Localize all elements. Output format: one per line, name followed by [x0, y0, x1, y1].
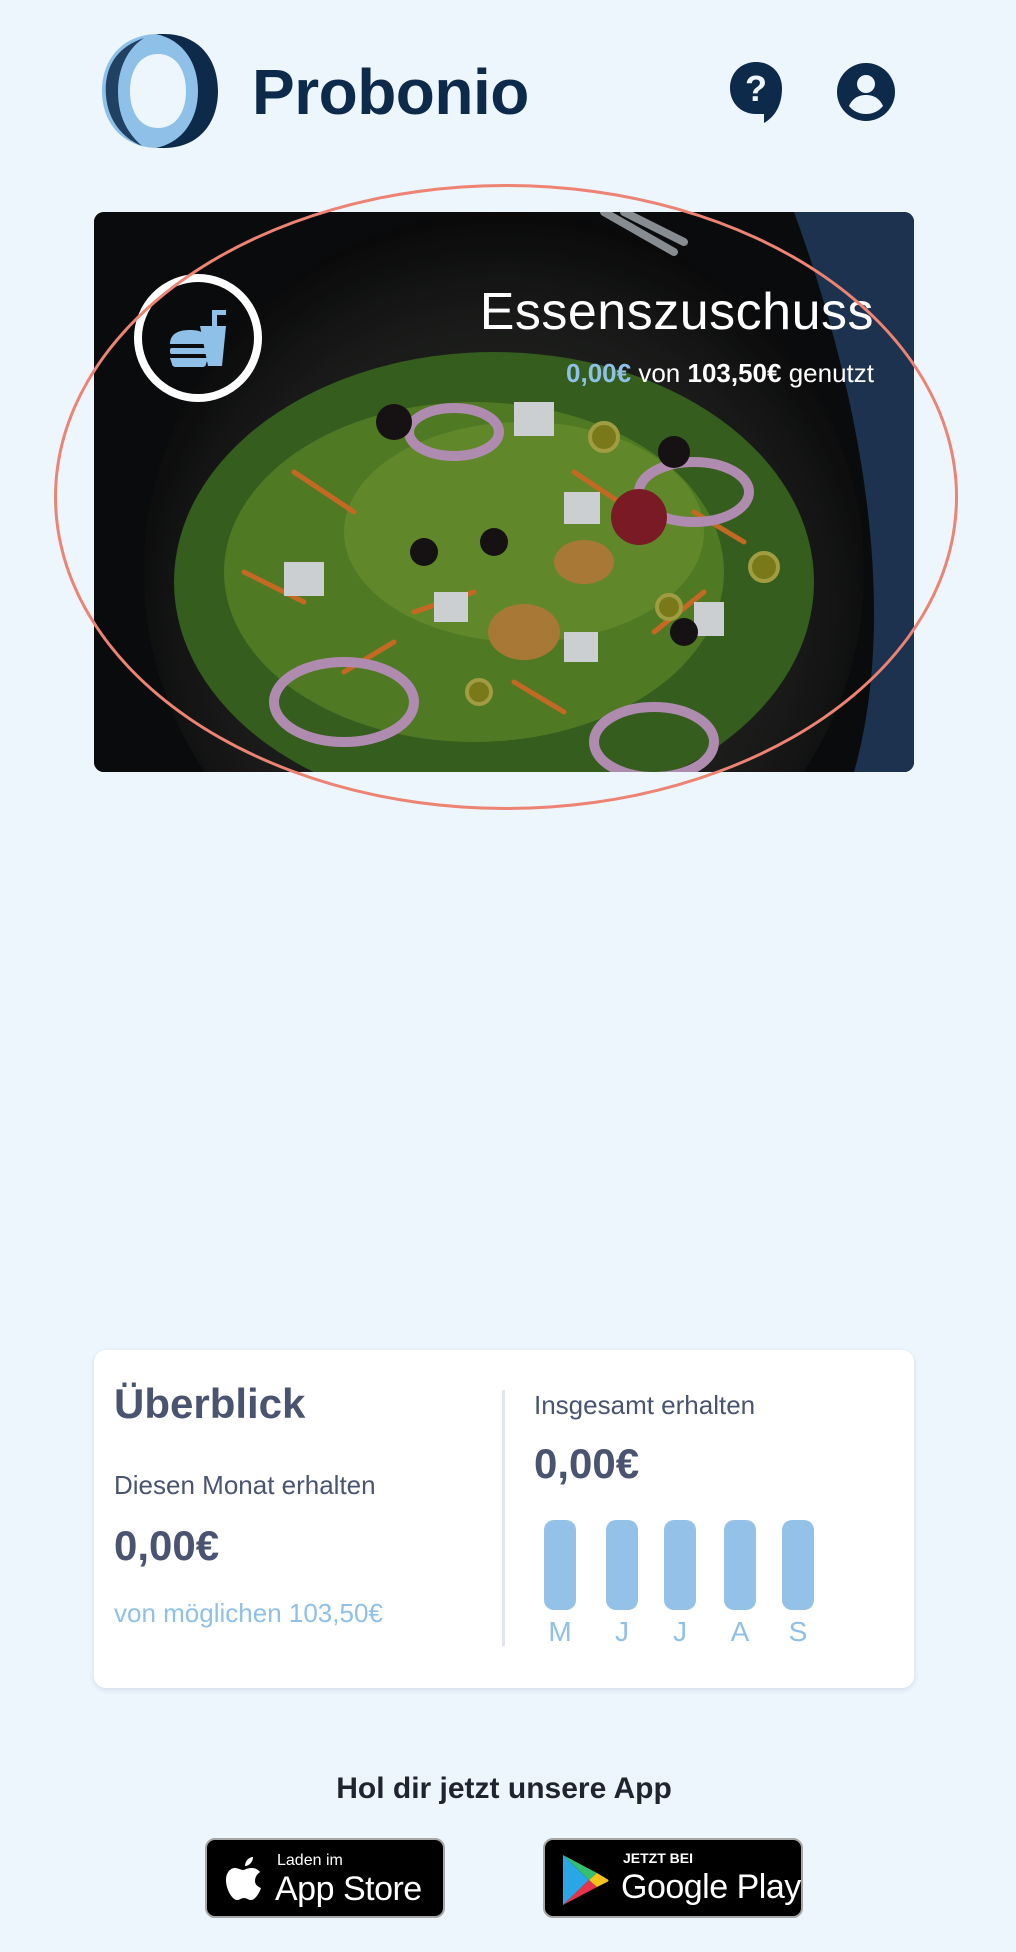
month-bar [544, 1520, 576, 1610]
max-amount: 103,50€ [687, 358, 782, 388]
total-label: Insgesamt erhalten [534, 1390, 756, 1420]
account-circle-icon [837, 63, 895, 121]
header: Probonio ? [0, 0, 1016, 190]
overview-card: Überblick Diesen Monat erhalten 0,00€ vo… [94, 1350, 914, 1688]
total-value: 0,00€ [534, 1440, 640, 1487]
svg-text:?: ? [745, 68, 767, 109]
help-button[interactable]: ? [728, 60, 784, 124]
usage-of-word: von [638, 358, 681, 388]
fastfood-icon [170, 310, 226, 367]
month-bar [664, 1520, 696, 1610]
month-label-letter: J [673, 1616, 687, 1647]
account-button[interactable] [836, 62, 896, 122]
month-bar [606, 1520, 638, 1610]
month-label-letter: J [615, 1616, 629, 1647]
meal-allowance-card[interactable]: Essenszuschuss 0,00€ von 103,50€ genutzt [94, 212, 914, 772]
overview-divider [502, 1390, 505, 1646]
month-label-letter: A [730, 1616, 750, 1647]
month-label: Diesen Monat erhalten [114, 1470, 376, 1500]
apple-icon [226, 1857, 261, 1900]
month-value: 0,00€ [114, 1522, 220, 1569]
probonio-logo[interactable] [94, 30, 222, 152]
possible-label: von möglichen 103,50€ [114, 1598, 383, 1628]
benefit-usage: 0,00€ von 103,50€ genutzt [566, 358, 874, 389]
google-play-small-label: JETZT BEI [623, 1850, 694, 1866]
usage-used-word: genutzt [788, 358, 874, 388]
help-bubble-icon: ? [730, 62, 782, 123]
google-play-icon [563, 1855, 609, 1905]
monthly-bars: M J J A S [534, 1520, 894, 1660]
benefit-title: Essenszuschuss [479, 283, 874, 341]
app-store-button[interactable]: Laden im App Store [205, 1838, 445, 1918]
app-promo-title: Hol dir jetzt unsere App [336, 1772, 672, 1805]
month-bar [782, 1520, 814, 1610]
month-bar [724, 1520, 756, 1610]
used-amount: 0,00€ [566, 358, 632, 388]
google-play-big-label: Google Play [621, 1868, 801, 1906]
month-label-letter: M [548, 1616, 572, 1647]
month-label-letter: S [788, 1616, 808, 1647]
app-store-small-label: Laden im [277, 1852, 343, 1869]
brand-name: Probonio [252, 56, 529, 128]
meal-badge [134, 274, 262, 402]
app-store-big-label: App Store [275, 1870, 422, 1908]
google-play-button[interactable]: JETZT BEI Google Play [543, 1838, 803, 1918]
overview-title: Überblick [114, 1380, 306, 1427]
